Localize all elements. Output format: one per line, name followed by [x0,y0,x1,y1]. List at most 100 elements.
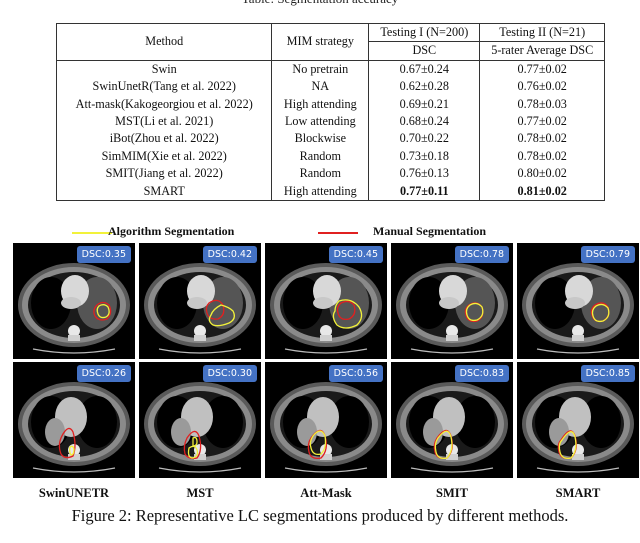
ct-panel: DSC:0.79 [517,243,639,359]
algorithm-legend-label: Algorithm Segmentation [108,224,235,238]
method-label: SwinUNETR [38,486,110,500]
ct-panel: DSC:0.85 [517,362,639,478]
dsc-badge: DSC:0.56 [328,365,383,382]
dsc-badge: DSC:0.85 [580,365,635,382]
table-row: SMIT(Jiang et al. 2022) Random 0.76±0.13… [56,165,605,183]
ct-panel: DSC:0.56 [265,362,387,478]
cell-method: iBot(Zhou et al. 2022) [56,130,273,148]
ct-vessel [187,297,207,309]
cell-testing2: 0.78±0.02 [517,131,567,146]
cell-method: SwinUnetR(Tang et al. 2022) [56,78,273,96]
ct-panel: DSC:0.26 [13,362,135,478]
results-table: Method MIM strategy Testing I (N=200) Te… [56,23,605,202]
cell-method: MST(Li et al. 2021) [56,113,273,131]
ct-panel: DSC:0.35 [13,243,135,359]
ct-vertebra [320,335,332,341]
ct-vessel [565,297,585,309]
cell-testing2: 0.76±0.02 [517,79,567,94]
cell-strategy: No pretrain [271,60,370,79]
ct-lung-mass [423,418,443,446]
ct-table [158,467,242,473]
cell-testing1: 0.69±0.21 [368,95,481,114]
cell-strategy: Random [271,165,370,183]
cell-strategy: High attending [271,95,370,114]
cell-method: Swin [56,60,273,79]
cell-testing1: 0.77±0.11 [368,182,481,201]
ct-vessel [61,297,81,309]
dsc-badge: DSC:0.35 [76,246,131,263]
dsc-badge: DSC:0.26 [76,365,131,382]
table-row: Swin No pretrain 0.67±0.24 0.77±0.02 [56,60,605,79]
figure-caption: Figure 2: Representative LC segmentation… [71,506,569,525]
ct-lung-mass [297,418,317,446]
table-row: SwinUnetR(Tang et al. 2022) NA 0.62±0.28… [56,78,605,96]
cell-testing1: 0.76±0.13 [368,165,481,183]
cell-testing1: 0.70±0.22 [368,130,481,148]
table-header-row: Method MIM strategy Testing I (N=200) Te… [56,23,605,61]
cell-testing1: 0.73±0.18 [368,147,481,166]
ct-table [410,467,494,473]
cell-testing2: 0.80±0.02 [517,166,567,181]
method-label: MST [186,486,214,500]
method-label: Att-Mask [300,486,352,500]
dsc-badge: DSC:0.83 [454,365,509,382]
cell-method: SMART [56,182,273,201]
ct-table [410,348,494,354]
cell-testing2: 0.77±0.02 [517,114,567,129]
cell-strategy: Blockwise [271,130,370,148]
cell-method: SimMIM(Xie et al. 2022) [56,147,273,166]
ct-vessel [439,297,459,309]
cell-testing1: 0.62±0.28 [368,78,481,96]
algorithm-legend-line [72,232,112,234]
header-testing2: Testing II (N=21) [499,25,586,39]
header-testing2-metric: 5-rater Average DSC [479,41,605,61]
figure-legend: Algorithm Segmentation Manual Segmentati… [0,224,640,240]
ct-table [32,467,116,473]
ct-vertebra [446,335,458,341]
table-row: SimMIM(Xie et al. 2022) Random 0.73±0.18… [56,147,605,166]
ct-vessel [313,297,333,309]
method-label: SMART [555,486,601,500]
ct-vertebra [68,335,80,341]
dsc-badge: DSC:0.42 [202,246,257,263]
header-mim-strategy: MIM strategy [271,23,370,61]
manual-legend-line [318,232,358,234]
ct-lung-mass [45,418,65,446]
table-row: Att-mask(Kakogeorgiou et al. 2022) High … [56,95,605,114]
cell-strategy: NA [271,78,370,96]
method-label: SMIT [436,486,468,500]
header-testing1: Testing I (N=200) [368,23,481,42]
ct-panel: DSC:0.45 [265,243,387,359]
dsc-badge: DSC:0.78 [454,246,509,263]
cell-testing2: 0.78±0.02 [517,148,567,163]
ct-table [284,348,368,354]
ct-lung-mass [171,418,191,446]
ct-table [32,348,116,354]
ct-table [284,467,368,473]
ct-panel: DSC:0.78 [391,243,513,359]
cell-method: Att-mask(Kakogeorgiou et al. 2022) [56,95,273,114]
dsc-badge: DSC:0.45 [328,246,383,263]
table-row-best: SMART High attending 0.77±0.11 0.81±0.02 [56,182,605,201]
header-method: Method [56,23,273,61]
ct-panel: DSC:0.30 [139,362,261,478]
cell-testing2: 0.81±0.02 [517,183,567,198]
ct-vertebra [194,335,206,341]
table-caption: Table: Segmentation accuracy [0,0,640,7]
cell-testing1: 0.67±0.24 [368,60,481,79]
manual-legend-label: Manual Segmentation [373,224,487,238]
cell-testing2: 0.77±0.02 [517,61,567,76]
table-row: MST(Li et al. 2021) Low attending 0.68±0… [56,113,605,131]
ct-panel: DSC:0.42 [139,243,261,359]
cell-testing2: 0.78±0.03 [517,96,567,111]
header-testing1-metric: DSC [368,41,481,61]
dsc-badge: DSC:0.30 [202,365,257,382]
cell-method: SMIT(Jiang et al. 2022) [56,165,273,183]
cell-testing1: 0.68±0.24 [368,113,481,131]
dsc-badge: DSC:0.79 [580,246,635,263]
cell-strategy: Low attending [271,113,370,131]
cell-strategy: Random [271,147,370,166]
ct-table [158,348,242,354]
ct-table [536,348,620,354]
ct-panel: DSC:0.83 [391,362,513,478]
